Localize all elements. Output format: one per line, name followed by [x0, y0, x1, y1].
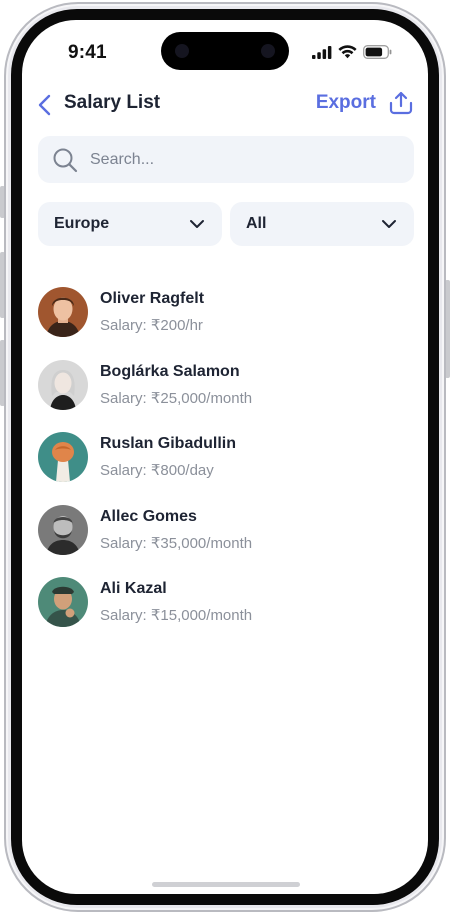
employee-salary: Salary: ₹15,000/month [100, 607, 253, 625]
app-header: Salary List Export [22, 90, 428, 120]
home-indicator[interactable] [152, 882, 300, 887]
employee-salary: Salary: ₹35,000/month [100, 534, 253, 552]
employee-salary: Salary: ₹200/hr [100, 317, 203, 335]
export-button[interactable]: Export [316, 90, 414, 116]
wifi-icon [338, 45, 357, 59]
list-item[interactable]: Boglárka Salamon Salary: ₹25,000/month [38, 349, 414, 422]
share-icon [389, 91, 413, 115]
employee-name: Ali Kazal [100, 580, 167, 598]
category-dropdown[interactable]: All [230, 202, 414, 246]
battery-icon [363, 45, 392, 59]
category-dropdown-value: All [246, 215, 267, 232]
chevron-down-icon [382, 220, 396, 228]
region-dropdown[interactable]: Europe [38, 202, 222, 246]
employee-salary: Salary: ₹800/day [100, 462, 214, 480]
list-item[interactable]: Ruslan Gibadullin Salary: ₹800/day [38, 421, 414, 494]
avatar [38, 432, 88, 483]
salary-list: Oliver Ragfelt Salary: ₹200/hr Boglárka … [38, 276, 414, 639]
status-time: 9:41 [68, 42, 107, 63]
employee-salary: Salary: ₹25,000/month [100, 389, 253, 407]
search-icon [53, 148, 78, 172]
chevron-down-icon [190, 220, 204, 228]
list-item[interactable]: Allec Gomes Salary: ₹35,000/month [38, 494, 414, 567]
avatar [38, 504, 88, 555]
search-bar[interactable] [38, 136, 414, 183]
back-button[interactable] [36, 92, 54, 118]
employee-name: Ruslan Gibadullin [100, 435, 237, 453]
sensor-icon [261, 44, 275, 58]
list-item[interactable]: Oliver Ragfelt Salary: ₹200/hr [38, 276, 414, 349]
employee-name: Allec Gomes [100, 507, 197, 525]
chevron-left-icon [38, 94, 51, 116]
dynamic-island [161, 32, 289, 70]
status-icons [312, 45, 392, 59]
signal-icon [312, 45, 332, 59]
employee-name: Oliver Ragfelt [100, 290, 205, 308]
front-camera-icon [175, 44, 189, 58]
avatar [38, 577, 88, 628]
avatar [38, 359, 88, 410]
avatar [38, 287, 88, 338]
employee-name: Boglárka Salamon [100, 362, 240, 380]
export-label: Export [315, 92, 376, 113]
list-item[interactable]: Ali Kazal Salary: ₹15,000/month [38, 566, 414, 639]
app-screen: 9:41 Salary List Export Search... Europe… [22, 20, 428, 894]
page-title: Salary List [64, 92, 161, 113]
region-dropdown-value: Europe [54, 215, 110, 232]
search-input[interactable] [90, 150, 370, 169]
